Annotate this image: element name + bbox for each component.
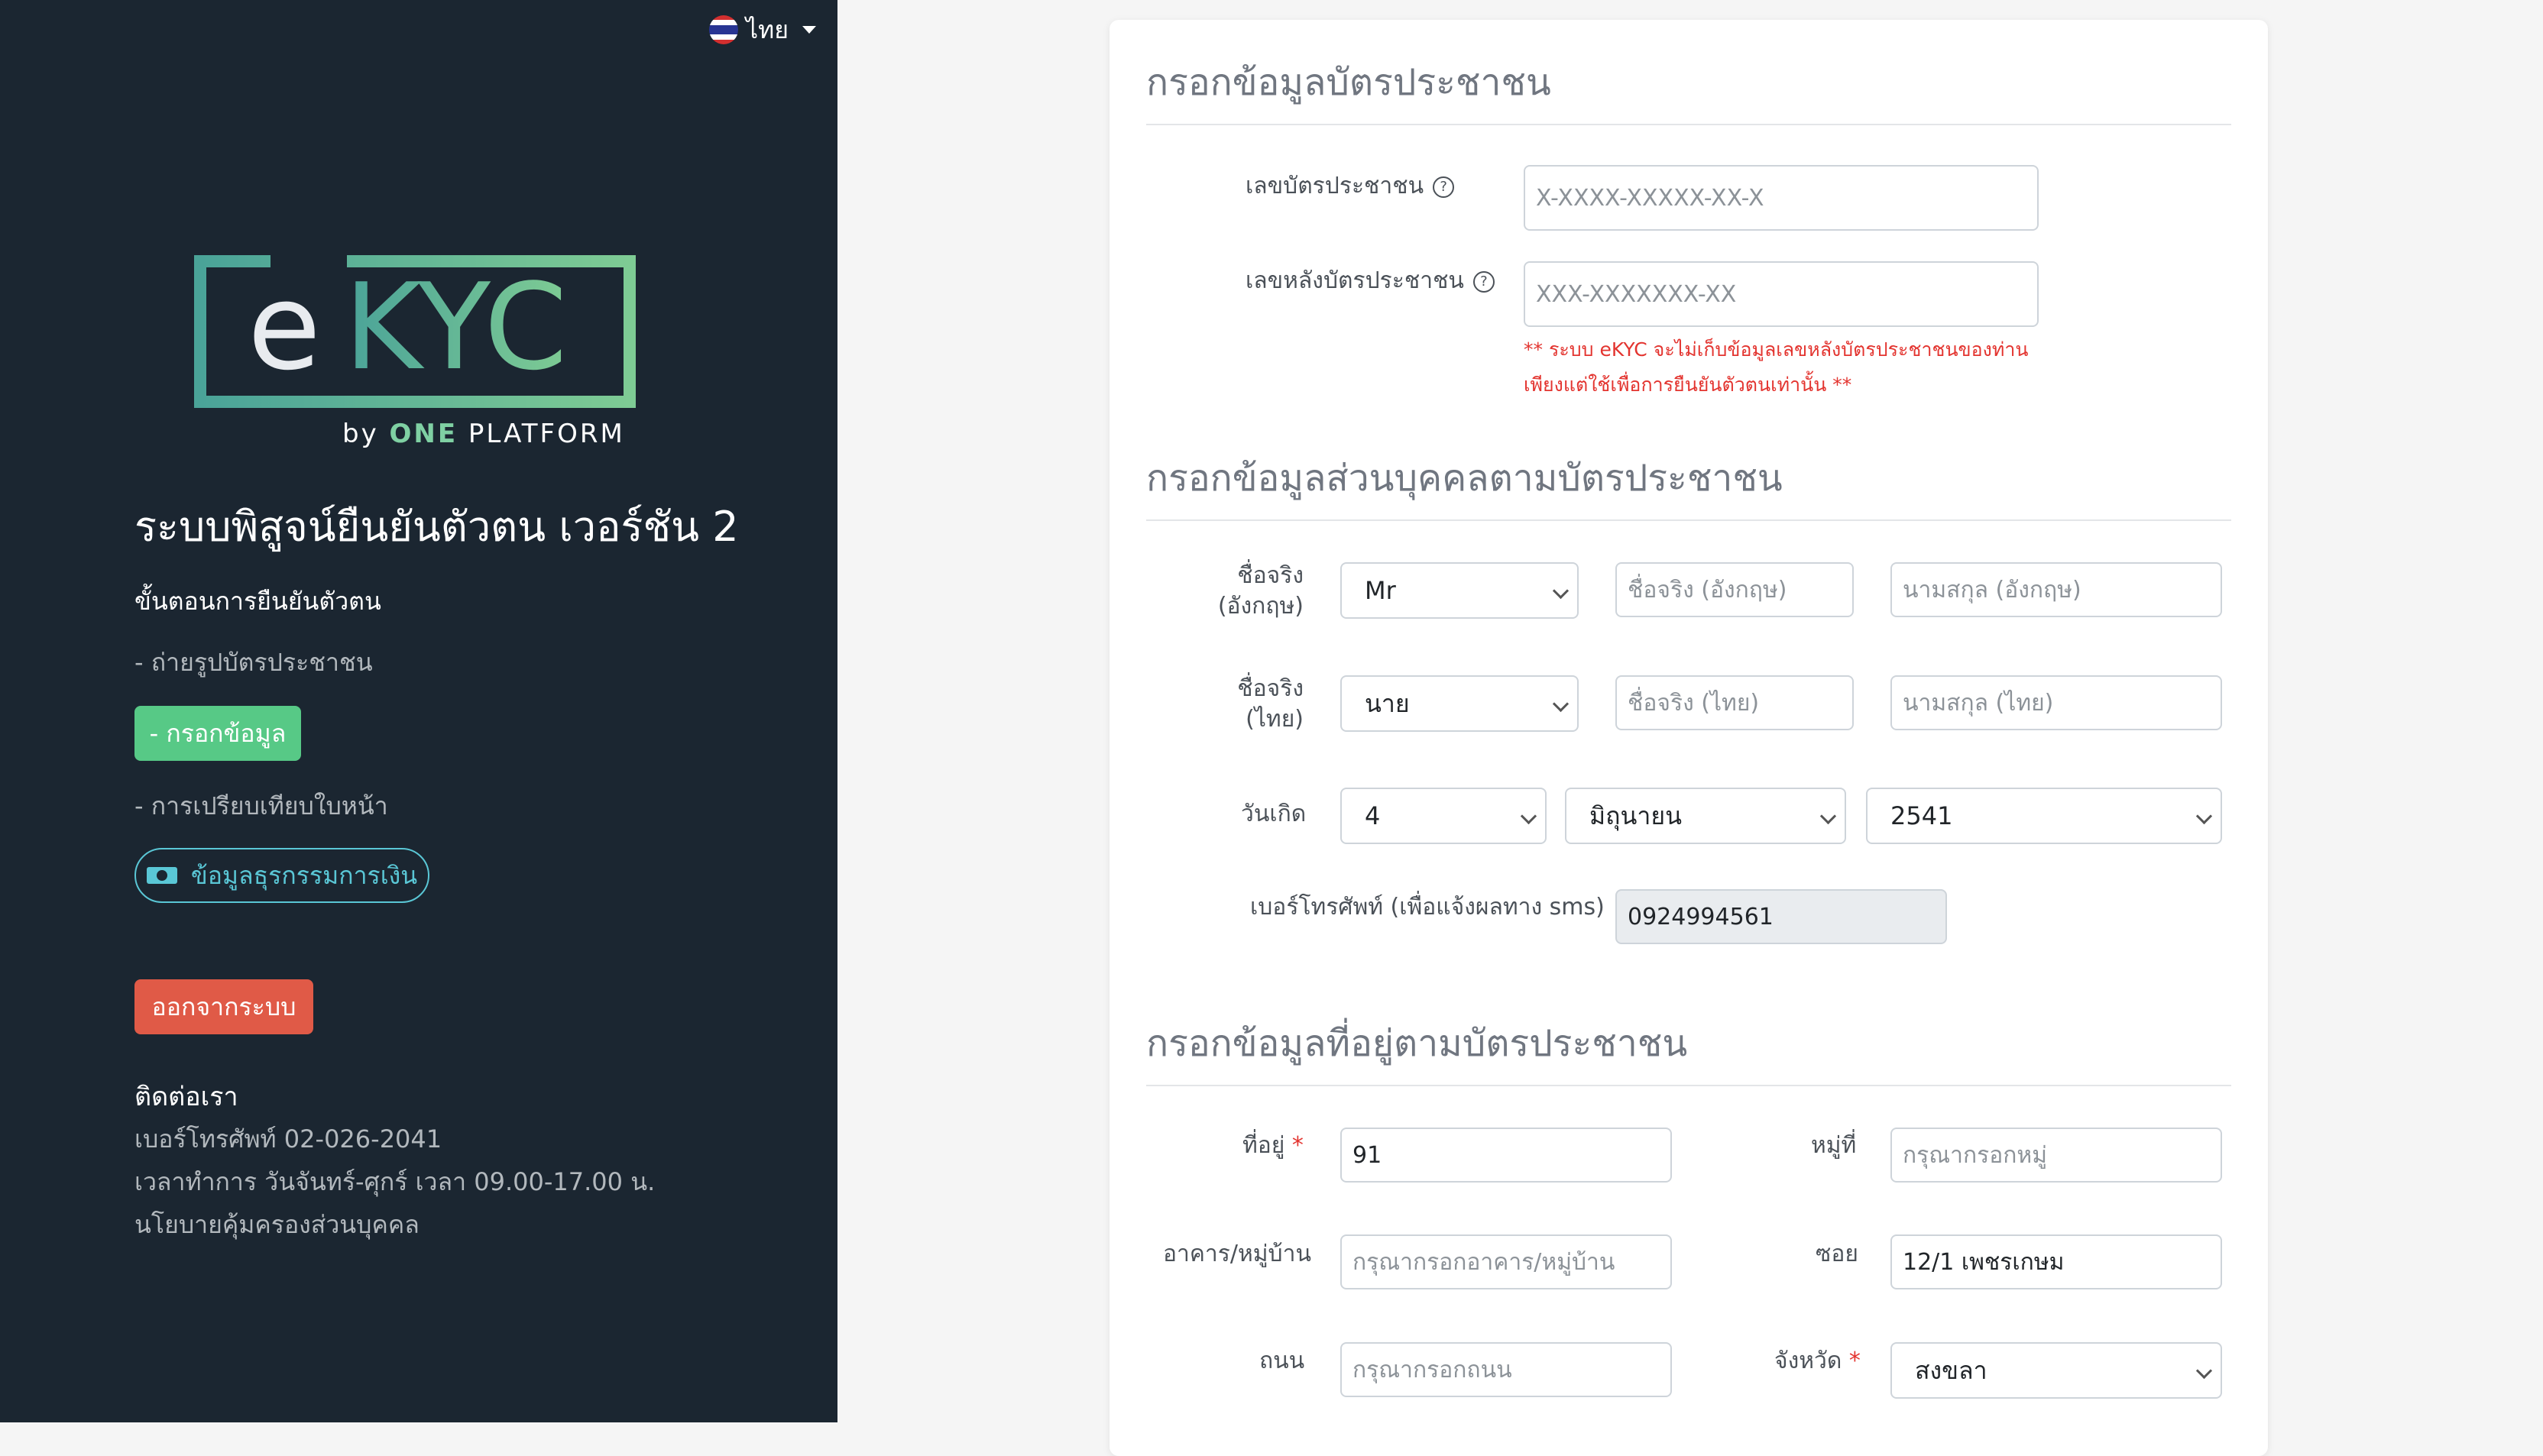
province-label: จังหวัด *	[1774, 1348, 1861, 1374]
warning-line-1: ** ระบบ eKYC จะไม่เก็บข้อมูลเลขหลังบัตรป…	[1524, 338, 2029, 361]
help-icon[interactable]: ?	[1472, 270, 1495, 293]
last-name-en-input[interactable]	[1890, 562, 2222, 617]
id-number-label: เลขบัตรประชาชน?	[1246, 171, 1455, 202]
soi-input[interactable]	[1890, 1234, 2222, 1289]
steps-heading: ขั้นตอนการยืนยันตัวตน	[134, 587, 381, 616]
ekyc-logo: e KYC	[194, 255, 637, 408]
logo-byline: by ONE PLATFORM	[342, 419, 625, 449]
id-number-input[interactable]	[1524, 165, 2039, 231]
id-back-input[interactable]	[1524, 261, 2039, 327]
birth-year-select[interactable]: 2541	[1866, 788, 2222, 844]
chevron-down-icon	[1520, 807, 1537, 825]
svg-text:KYC: KYC	[344, 257, 567, 396]
road-input[interactable]	[1340, 1342, 1672, 1397]
privacy-policy-link[interactable]: นโยบายคุ้มครองส่วนบุคคล	[134, 1205, 420, 1244]
phone-label: เบอร์โทรศัพท์ (เพื่อแจ้งผลทาง sms)	[1250, 894, 1605, 921]
chevron-down-icon	[1552, 582, 1570, 600]
step-face-compare: - การเปรียบเทียบใบหน้า	[134, 791, 388, 820]
id-back-label: เลขหลังบัตรประชาชน?	[1246, 266, 1495, 296]
birth-month-select[interactable]: มิถุนายน	[1565, 788, 1846, 844]
chevron-down-icon	[1819, 807, 1837, 825]
address-input[interactable]	[1340, 1128, 1672, 1183]
first-name-th-input[interactable]	[1615, 675, 1854, 730]
chevron-down-icon	[2195, 1362, 2213, 1380]
contact-hours: เวลาทำการ วันจันทร์-ศุกร์ เวลา 09.00-17.…	[134, 1167, 656, 1196]
title-en-select[interactable]: Mr	[1340, 562, 1579, 619]
address-section-title: กรอกข้อมูลที่อยู่ตามบัตรประชาชน	[1146, 1022, 1688, 1065]
money-icon	[146, 867, 177, 884]
road-label: ถนน	[1259, 1348, 1305, 1374]
contact-phone: เบอร์โทรศัพท์ 02-026-2041	[134, 1124, 442, 1153]
title-th-select[interactable]: นาย	[1340, 675, 1579, 732]
warning-line-2: เพียงแต่ใช้เพื่อการยืนยันตัวตนเท่านั้น *…	[1524, 374, 1852, 396]
birth-date-label: วันเกิด	[1241, 801, 1307, 827]
chevron-down-icon	[1552, 695, 1570, 713]
phone-input[interactable]	[1615, 889, 1947, 944]
step-fill-data-active[interactable]: - กรอกข้อมูล	[134, 706, 301, 761]
address-label: ที่อยู่ *	[1242, 1132, 1304, 1159]
logout-button[interactable]: ออกจากระบบ	[134, 979, 313, 1034]
soi-label: ซอย	[1816, 1241, 1858, 1267]
building-input[interactable]	[1340, 1234, 1672, 1289]
building-label: อาคาร/หมู่บ้าน	[1163, 1241, 1311, 1267]
id-section-title: กรอกข้อมูลบัตรประชาชน	[1146, 61, 1551, 104]
divider	[1146, 519, 2231, 521]
last-name-th-input[interactable]	[1890, 675, 2222, 730]
chevron-down-icon	[2195, 807, 2213, 825]
language-label: ไทย	[746, 15, 789, 44]
language-selector[interactable]: ไทย	[709, 11, 816, 49]
name-en-label: ชื่อจริง (อังกฤษ)	[1217, 562, 1304, 620]
first-name-en-input[interactable]	[1615, 562, 1854, 617]
divider	[1146, 124, 2231, 125]
divider	[1146, 1085, 2231, 1086]
moo-label: หมู่ที่	[1811, 1132, 1857, 1159]
contact-heading: ติดต่อเรา	[134, 1082, 238, 1112]
system-title: ระบบพิสูจน์ยืนยันตัวตน เวอร์ชัน 2	[134, 503, 739, 551]
svg-text:e: e	[248, 257, 321, 396]
moo-input[interactable]	[1890, 1128, 2222, 1183]
help-icon[interactable]: ?	[1433, 176, 1455, 198]
step-photo-id: - ถ่ายรูปบัตรประชาชน	[134, 648, 373, 677]
birth-day-select[interactable]: 4	[1340, 788, 1547, 844]
sidebar: ไทย e KYC by ONE PLATFORM ระบบพิสูจน์ยืน…	[0, 0, 837, 1422]
chevron-down-icon	[802, 26, 816, 34]
personal-section-title: กรอกข้อมูลส่วนบุคคลตามบัตรประชาชน	[1146, 457, 1783, 500]
name-th-label: ชื่อจริง (ไทย)	[1237, 675, 1304, 733]
financial-transactions-button[interactable]: ข้อมูลธุรกรรมการเงิน	[134, 848, 429, 903]
province-select[interactable]: สงขลา	[1890, 1342, 2222, 1399]
thai-flag-icon	[709, 15, 738, 44]
